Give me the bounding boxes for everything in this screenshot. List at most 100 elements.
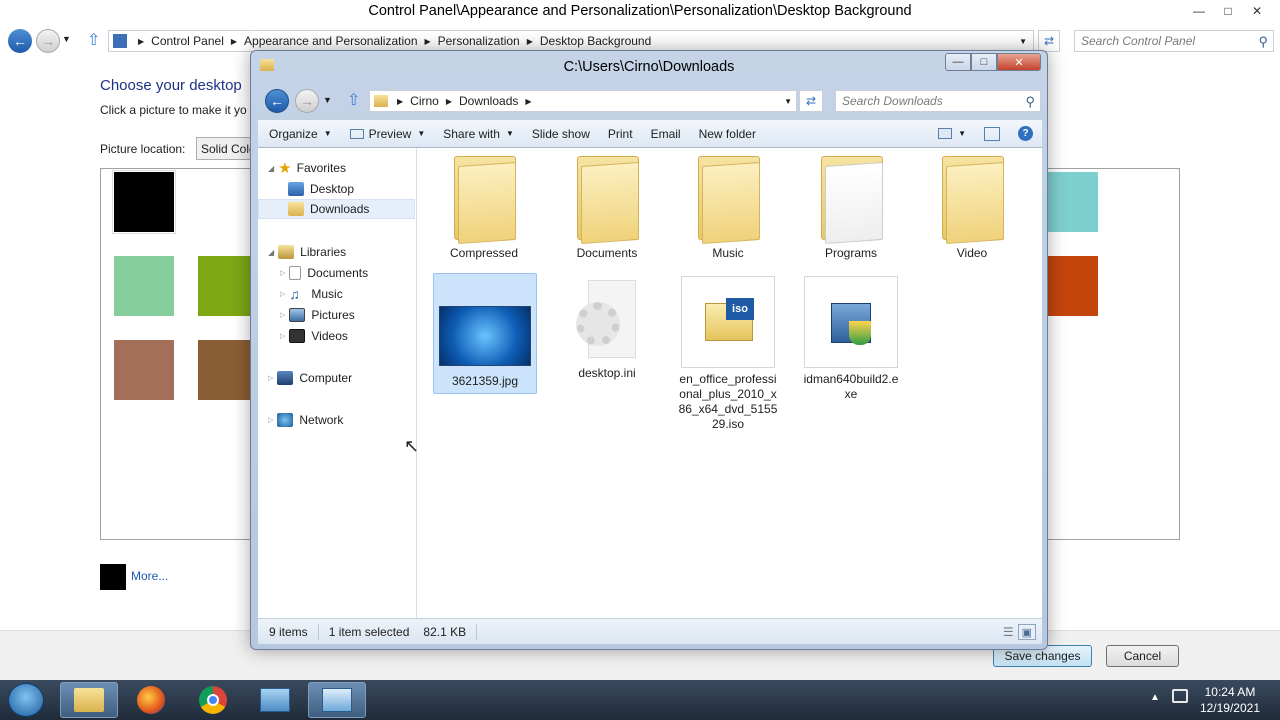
new-folder-button[interactable]: New folder <box>690 127 765 141</box>
nav-documents[interactable]: ▷ Documents <box>258 263 415 283</box>
network-icon <box>277 413 294 427</box>
show-hidden-icons-icon[interactable]: ▲ <box>1150 692 1160 703</box>
close-icon[interactable]: ✕ <box>997 53 1041 71</box>
refresh-icon[interactable]: ⇄ <box>1038 30 1060 52</box>
folder-item-documents[interactable]: Documents <box>557 156 657 261</box>
taskbar-control-panel[interactable] <box>246 682 304 718</box>
nav-music[interactable]: ▷ ♫ Music <box>258 284 415 304</box>
maximize-icon[interactable]: □ <box>1215 2 1241 19</box>
status-bar: 9 items 1 item selected 82.1 KB ☰ ▣ <box>258 618 1042 644</box>
folder-item-compressed[interactable]: Compressed <box>434 156 534 261</box>
forward-arrow-icon[interactable]: → <box>295 89 319 113</box>
file-item-desktop-ini[interactable]: desktop.ini <box>557 276 657 381</box>
explorer-search-input[interactable]: Search Downloads ⚲ <box>835 90 1041 112</box>
cancel-button[interactable]: Cancel <box>1106 645 1179 667</box>
clock-time: 10:24 AM <box>1204 685 1256 699</box>
share-with-menu[interactable]: Share with ▼ <box>434 127 523 141</box>
control-panel-title-bar: Control Panel\Appearance and Personaliza… <box>0 0 1280 24</box>
organize-menu[interactable]: Organize ▼ <box>260 127 341 141</box>
taskbar-personalization[interactable] <box>308 682 366 718</box>
large-icons-view-icon[interactable]: ▣ <box>1017 623 1036 640</box>
recent-pages-chevron-icon[interactable]: ▼ <box>62 34 71 44</box>
breadcrumb-item[interactable]: Appearance and Personalization <box>244 34 417 48</box>
file-item-jpg[interactable]: 3621359.jpg <box>433 273 537 394</box>
maximize-icon[interactable]: □ <box>971 53 997 71</box>
nav-network[interactable]: ▷ Network <box>258 410 415 430</box>
explorer-address-box[interactable]: ▶ Cirno ▶ Downloads ▶ ▼ <box>369 90 797 112</box>
control-panel-icon <box>260 688 290 712</box>
item-label: 3621359.jpg <box>451 374 519 388</box>
address-dropdown-icon[interactable]: ▼ <box>1019 37 1027 46</box>
iso-file-icon: iso <box>681 276 775 368</box>
nav-favorites[interactable]: ◢ ★ Favorites <box>258 158 415 178</box>
slide-show-button[interactable]: Slide show <box>523 127 599 141</box>
taskbar: ▲ 10:24 AM 12/19/2021 <box>0 680 1280 720</box>
preview-icon <box>349 128 364 139</box>
file-list: Compressed Documents Music Programs Vide… <box>417 148 1042 618</box>
control-panel-window-buttons: — □ ✕ <box>1186 2 1270 19</box>
folder-item-programs[interactable]: Programs <box>801 156 901 261</box>
control-panel-icon <box>113 34 127 48</box>
color-swatch[interactable] <box>198 256 258 316</box>
start-button[interactable] <box>8 683 44 717</box>
preview-pane-icon[interactable] <box>975 126 1009 141</box>
taskbar-firefox[interactable] <box>122 682 180 718</box>
preview-menu[interactable]: Preview ▼ <box>341 127 435 141</box>
address-dropdown-icon[interactable]: ▼ <box>784 97 792 106</box>
minimize-icon[interactable]: — <box>1186 2 1212 19</box>
color-swatch[interactable] <box>198 340 258 400</box>
color-swatch[interactable] <box>112 170 176 234</box>
print-button[interactable]: Print <box>599 127 642 141</box>
breadcrumb-item[interactable]: Desktop Background <box>540 34 651 48</box>
item-count: 9 items <box>258 623 319 640</box>
control-panel-search-input[interactable]: Search Control Panel ⚲ <box>1074 30 1274 52</box>
nav-libraries[interactable]: ◢ Libraries <box>258 242 415 262</box>
explorer-window: C:\Users\Cirno\Downloads — □ ✕ ← → ▼ ⇧ ▶… <box>250 50 1048 650</box>
navigation-pane: ◢ ★ Favorites Desktop Downloads ◢ Librar… <box>258 148 419 618</box>
color-swatch[interactable] <box>114 256 174 316</box>
nav-videos[interactable]: ▷ Videos <box>258 326 415 346</box>
installer-icon <box>804 276 898 368</box>
breadcrumb-item[interactable]: Control Panel <box>151 34 224 48</box>
folder-item-music[interactable]: Music <box>678 156 778 261</box>
explorer-command-bar: Organize ▼ Preview ▼ Share with ▼ Slide sho… <box>258 119 1042 148</box>
close-icon[interactable]: ✕ <box>1244 2 1270 19</box>
color-swatch[interactable] <box>114 340 174 400</box>
refresh-icon[interactable]: ⇄ <box>799 90 823 112</box>
back-arrow-icon[interactable]: ← <box>265 89 289 113</box>
nav-downloads[interactable]: Downloads <box>258 199 415 219</box>
file-item-iso[interactable]: iso en_office_professional_plus_2010_x86… <box>678 276 778 432</box>
back-arrow-icon[interactable]: ← <box>8 29 32 53</box>
search-icon[interactable]: ⚲ <box>1258 34 1268 50</box>
help-icon[interactable]: ? <box>1009 126 1042 141</box>
network-icon[interactable] <box>1172 689 1188 703</box>
taskbar-chrome[interactable] <box>184 682 242 718</box>
folder-icon <box>569 156 645 245</box>
details-view-icon[interactable]: ☰ <box>999 624 1018 640</box>
item-label: Programs <box>824 246 877 260</box>
up-arrow-icon[interactable]: ⇧ <box>87 30 100 50</box>
nav-desktop[interactable]: Desktop <box>258 179 415 199</box>
up-arrow-icon[interactable]: ⇧ <box>347 90 360 110</box>
nav-pictures[interactable]: ▷ Pictures <box>258 305 415 325</box>
search-icon[interactable]: ⚲ <box>1025 94 1035 110</box>
folder-item-video[interactable]: Video <box>922 156 1022 261</box>
breadcrumb-item[interactable]: Cirno <box>410 94 439 108</box>
email-button[interactable]: Email <box>642 127 690 141</box>
documents-icon <box>289 266 302 280</box>
breadcrumb-item[interactable]: Personalization <box>438 34 520 48</box>
more-colors-link[interactable]: More... <box>131 569 168 583</box>
folder-icon <box>74 688 104 712</box>
minimize-icon[interactable]: — <box>945 53 971 71</box>
change-view-button[interactable]: ▼ <box>929 128 975 139</box>
breadcrumb-item[interactable]: Downloads <box>459 94 518 108</box>
control-panel-address-box[interactable]: ▶ Control Panel ▶ Appearance and Personali… <box>108 30 1034 52</box>
file-item-exe[interactable]: idman640build2.exe <box>801 276 901 402</box>
system-clock[interactable]: 10:24 AM 12/19/2021 <box>1200 684 1260 716</box>
forward-arrow-icon[interactable]: → <box>36 29 60 53</box>
nav-computer[interactable]: ▷ Computer <box>258 368 415 388</box>
taskbar-explorer[interactable] <box>60 682 118 718</box>
folder-icon <box>374 95 388 107</box>
recent-pages-chevron-icon[interactable]: ▼ <box>323 95 332 105</box>
folder-icon <box>446 156 522 245</box>
